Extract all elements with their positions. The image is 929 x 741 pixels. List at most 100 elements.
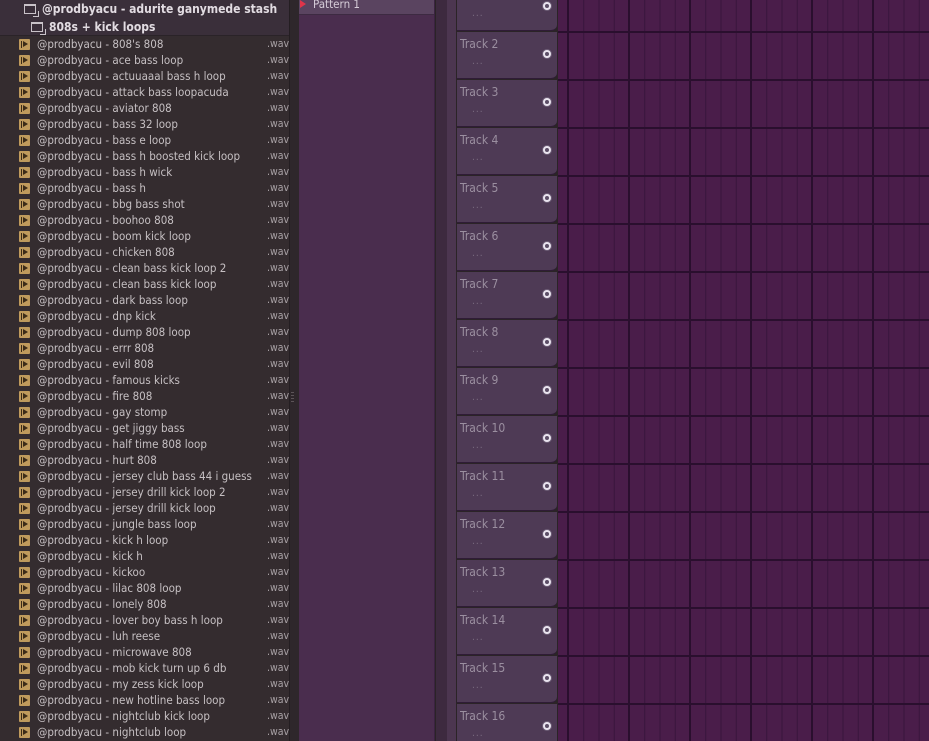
file-list-item[interactable]: @prodbyacu - nightclub kick loop .wav (0, 708, 289, 724)
track-enable-knob-icon[interactable] (542, 625, 552, 635)
track-header[interactable]: Track 5... (457, 176, 557, 223)
track-header[interactable]: Track 14... (457, 608, 557, 655)
track-header[interactable]: Track 15... (457, 656, 557, 703)
track-header[interactable]: Track 16... (457, 704, 557, 741)
file-list-item[interactable]: @prodbyacu - get jiggy bass .wav (0, 420, 289, 436)
file-list-item[interactable]: @prodbyacu - kick h .wav (0, 548, 289, 564)
track-enable-knob-icon[interactable] (542, 673, 552, 683)
file-list-item[interactable]: @prodbyacu - bbg bass shot .wav (0, 196, 289, 212)
file-list-item[interactable]: @prodbyacu - boohoo 808 .wav (0, 212, 289, 228)
track-header[interactable]: ... (457, 0, 557, 31)
track-enable-knob-icon[interactable] (542, 145, 552, 155)
audio-file-icon (19, 343, 30, 354)
audio-file-icon (19, 375, 30, 386)
file-list-item[interactable]: @prodbyacu - jersey drill kick loop .wav (0, 500, 289, 516)
file-list-item[interactable]: @prodbyacu - gay stomp .wav (0, 404, 289, 420)
file-list-item[interactable]: @prodbyacu - 808's 808 .wav (0, 36, 289, 52)
track-header[interactable]: Track 10... (457, 416, 557, 463)
track-name: Track 16 (460, 709, 506, 723)
browser-folder-root[interactable]: @prodbyacu - adurite ganymede stash (0, 0, 289, 18)
file-list-item[interactable]: @prodbyacu - microwave 808 .wav (0, 644, 289, 660)
track-enable-knob-icon[interactable] (542, 529, 552, 539)
track-ellipsis: ... (472, 200, 484, 211)
track-ellipsis: ... (472, 296, 484, 307)
file-list-item[interactable]: @prodbyacu - kick h loop .wav (0, 532, 289, 548)
file-list-item[interactable]: @prodbyacu - my zess kick loop .wav (0, 676, 289, 692)
audio-file-icon (19, 39, 30, 50)
file-list-item[interactable]: @prodbyacu - clean bass kick loop .wav (0, 276, 289, 292)
file-list-item[interactable]: @prodbyacu - lonely 808 .wav (0, 596, 289, 612)
file-list-item[interactable]: @prodbyacu - lover boy bass h loop .wav (0, 612, 289, 628)
file-list-item[interactable]: @prodbyacu - nightclub loop .wav (0, 724, 289, 740)
file-list-item[interactable]: @prodbyacu - boom kick loop .wav (0, 228, 289, 244)
file-list-item[interactable]: @prodbyacu - fire 808 .wav (0, 388, 289, 404)
track-ellipsis: ... (472, 248, 484, 259)
file-name: @prodbyacu - new hotline bass loop (37, 693, 226, 707)
track-header[interactable]: Track 7... (457, 272, 557, 319)
track-enable-knob-icon[interactable] (542, 241, 552, 251)
file-list-item[interactable]: @prodbyacu - evil 808 .wav (0, 356, 289, 372)
file-list-item[interactable]: @prodbyacu - bass h .wav (0, 180, 289, 196)
file-list-item[interactable]: @prodbyacu - mob kick turn up 6 db .wav (0, 660, 289, 676)
track-name: Track 15 (460, 661, 506, 675)
track-enable-knob-icon[interactable] (542, 481, 552, 491)
file-name: @prodbyacu - lover boy bass h loop (37, 613, 223, 627)
file-list-item[interactable]: @prodbyacu - new hotline bass loop .wav (0, 692, 289, 708)
file-name: @prodbyacu - bass e loop (37, 133, 172, 147)
track-enable-knob-icon[interactable] (542, 721, 552, 731)
track-header[interactable]: Track 13... (457, 560, 557, 607)
file-extension: .wav (267, 166, 289, 178)
track-enable-knob-icon[interactable] (542, 577, 552, 587)
file-list-item[interactable]: @prodbyacu - dump 808 loop .wav (0, 324, 289, 340)
file-list-item[interactable]: @prodbyacu - kickoo .wav (0, 564, 289, 580)
file-list-item[interactable]: @prodbyacu - hurt 808 .wav (0, 452, 289, 468)
track-enable-knob-icon[interactable] (542, 193, 552, 203)
file-list-item[interactable]: @prodbyacu - luh reese .wav (0, 628, 289, 644)
file-list-item[interactable]: @prodbyacu - bass h boosted kick loop .wa… (0, 148, 289, 164)
track-enable-knob-icon[interactable] (542, 97, 552, 107)
track-header[interactable]: Track 4... (457, 128, 557, 175)
file-list-item[interactable]: @prodbyacu - bass 32 loop .wav (0, 116, 289, 132)
file-list-item[interactable]: @prodbyacu - chicken 808 .wav (0, 244, 289, 260)
file-list-item[interactable]: @prodbyacu - jungle bass loop .wav (0, 516, 289, 532)
track-header[interactable]: Track 8... (457, 320, 557, 367)
file-list-item[interactable]: @prodbyacu - jersey drill kick loop 2 .wa… (0, 484, 289, 500)
track-header[interactable]: Track 2... (457, 32, 557, 79)
track-header[interactable]: Track 3... (457, 80, 557, 127)
track-enable-knob-icon[interactable] (542, 337, 552, 347)
file-list-item[interactable]: @prodbyacu - dark bass loop .wav (0, 292, 289, 308)
track-header[interactable]: Track 11... (457, 464, 557, 511)
file-list-item[interactable]: @prodbyacu - aviator 808 .wav (0, 100, 289, 116)
track-enable-knob-icon[interactable] (542, 433, 552, 443)
track-enable-knob-icon[interactable] (542, 385, 552, 395)
pattern-item[interactable]: Pattern 1 (299, 0, 434, 15)
file-list-item[interactable]: @prodbyacu - dnp kick .wav (0, 308, 289, 324)
file-list-item[interactable]: @prodbyacu - clean bass kick loop 2 .wav (0, 260, 289, 276)
file-extension: .wav (267, 662, 289, 674)
folder-open-icon (31, 21, 46, 35)
track-enable-knob-icon[interactable] (542, 49, 552, 59)
file-name: @prodbyacu - nightclub kick loop (37, 709, 210, 723)
file-name: @prodbyacu - chicken 808 (37, 245, 175, 259)
browser-folder-sub[interactable]: 808s + kick loops (0, 18, 289, 36)
playlist-grid[interactable] (558, 0, 929, 741)
panel-divider[interactable] (289, 0, 299, 741)
file-list-item[interactable]: @prodbyacu - lilac 808 loop .wav (0, 580, 289, 596)
track-enable-knob-icon[interactable] (542, 1, 552, 11)
resize-grip-icon[interactable] (291, 392, 294, 402)
file-list-item[interactable]: @prodbyacu - bass e loop .wav (0, 132, 289, 148)
file-list-item[interactable]: @prodbyacu - famous kicks .wav (0, 372, 289, 388)
file-list-item[interactable]: @prodbyacu - actuuaaal bass h loop .wav (0, 68, 289, 84)
file-list-item[interactable]: @prodbyacu - half time 808 loop .wav (0, 436, 289, 452)
file-list-item[interactable]: @prodbyacu - ace bass loop .wav (0, 52, 289, 68)
track-header[interactable]: Track 12... (457, 512, 557, 559)
file-name: @prodbyacu - microwave 808 (37, 645, 192, 659)
file-list-item[interactable]: @prodbyacu - bass h wick .wav (0, 164, 289, 180)
track-header[interactable]: Track 9... (457, 368, 557, 415)
file-list-item[interactable]: @prodbyacu - jersey club bass 44 i guess… (0, 468, 289, 484)
track-enable-knob-icon[interactable] (542, 289, 552, 299)
audio-file-icon (19, 231, 30, 242)
file-list-item[interactable]: @prodbyacu - errr 808 .wav (0, 340, 289, 356)
track-header[interactable]: Track 6... (457, 224, 557, 271)
file-list-item[interactable]: @prodbyacu - attack bass loopacuda .wav (0, 84, 289, 100)
